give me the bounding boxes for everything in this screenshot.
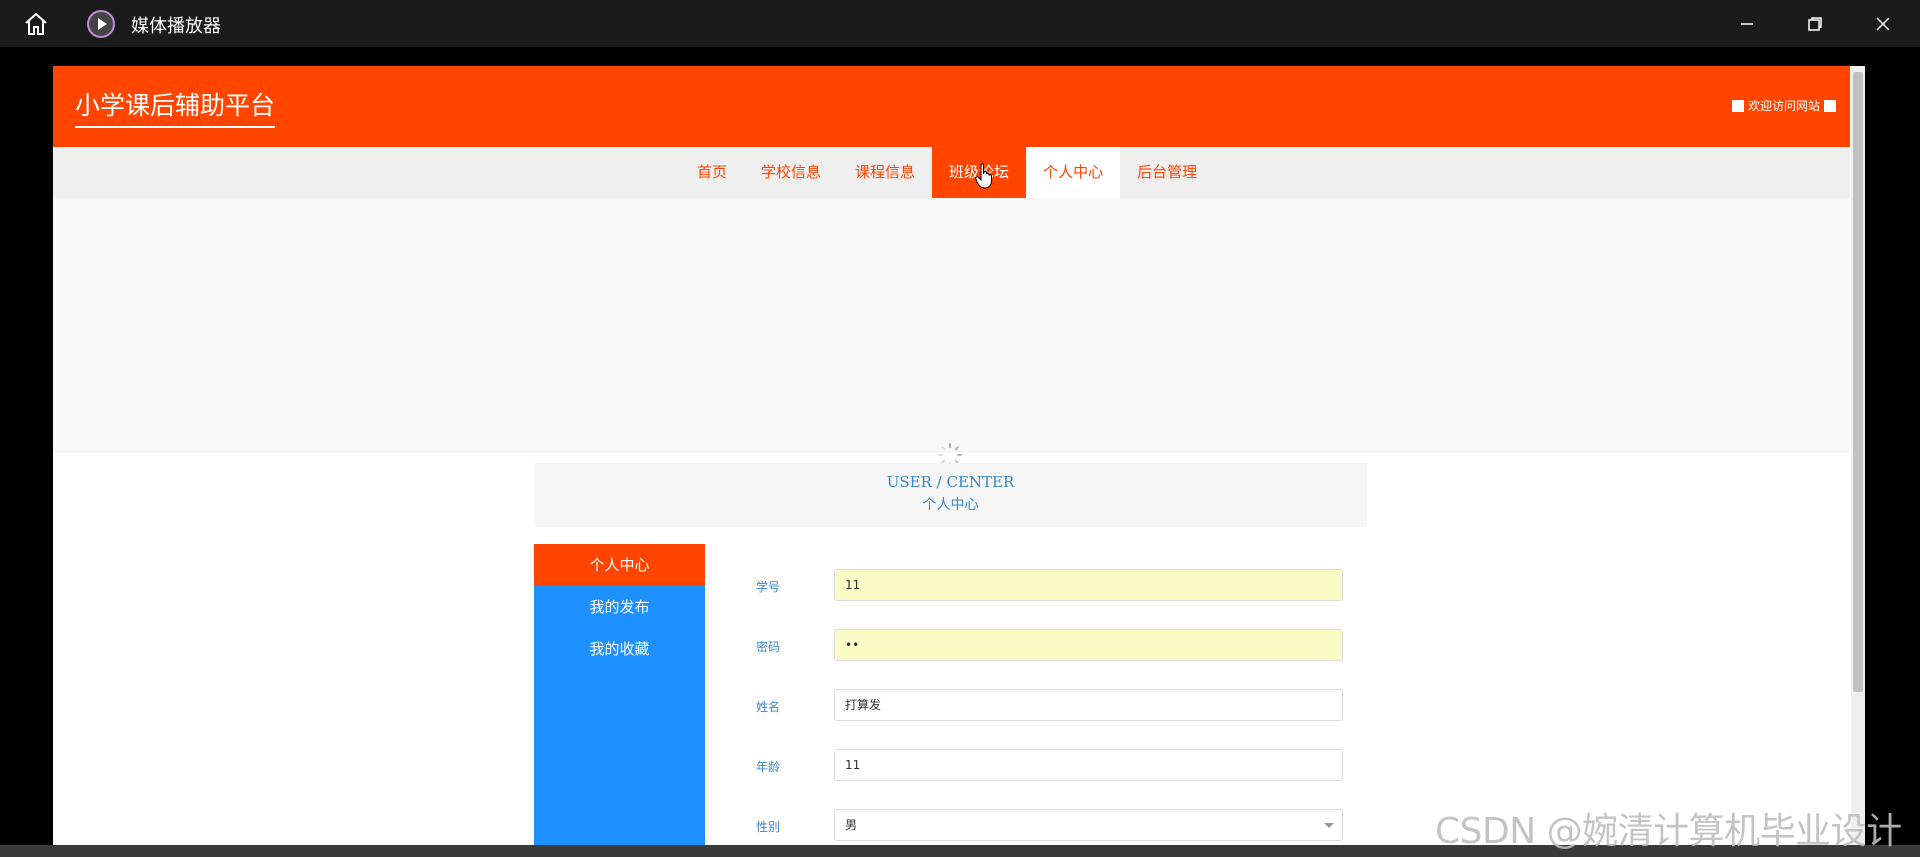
media-player-titlebar: 媒体播放器 bbox=[0, 0, 1920, 47]
age-label: 年龄 bbox=[756, 760, 781, 774]
main-nav: 首页 学校信息 课程信息 班级论坛 个人中心 后台管理 bbox=[53, 147, 1850, 198]
side-menu-user-center[interactable]: 个人中心 bbox=[534, 544, 705, 586]
nav-school-info[interactable]: 学校信息 bbox=[744, 147, 838, 198]
gender-select[interactable]: 男 bbox=[834, 809, 1343, 841]
square-icon bbox=[1731, 99, 1744, 112]
side-menu-my-posts[interactable]: 我的发布 bbox=[534, 586, 705, 628]
site-logo[interactable]: 小学课后辅助平台 bbox=[75, 86, 276, 128]
window-title: 媒体播放器 bbox=[131, 16, 221, 37]
minimize-icon[interactable] bbox=[1724, 6, 1770, 42]
scrollbar-thumb[interactable] bbox=[1853, 72, 1863, 692]
heading-english: USER / CENTER bbox=[886, 473, 1015, 491]
student-id-input[interactable]: 11 bbox=[834, 569, 1343, 601]
user-side-menu: 个人中心 我的发布 我的收藏 bbox=[534, 544, 705, 857]
gender-value: 男 bbox=[845, 818, 858, 832]
nav-admin[interactable]: 后台管理 bbox=[1120, 147, 1214, 198]
password-label: 密码 bbox=[756, 640, 781, 654]
password-input[interactable]: •• bbox=[834, 629, 1343, 661]
square-icon bbox=[1824, 99, 1836, 112]
page-scrollbar[interactable] bbox=[1851, 66, 1865, 857]
maximize-icon[interactable] bbox=[1792, 6, 1838, 42]
age-input[interactable]: 11 bbox=[834, 749, 1343, 781]
name-input[interactable]: 打算发 bbox=[834, 689, 1343, 721]
media-player-icon bbox=[86, 9, 116, 39]
side-menu-my-favorites[interactable]: 我的收藏 bbox=[534, 628, 705, 670]
heading-chinese: 个人中心 bbox=[922, 497, 979, 513]
nav-home[interactable]: 首页 bbox=[680, 147, 744, 198]
video-viewport: 小学课后辅助平台 欢迎访问网站 首页 学校信息 课程信息 班级论坛 个人中心 后… bbox=[53, 66, 1865, 857]
banner-area bbox=[53, 198, 1850, 467]
hand-cursor-icon bbox=[975, 163, 993, 189]
close-icon[interactable] bbox=[1860, 6, 1906, 42]
user-center-heading: USER / CENTER 个人中心 bbox=[534, 463, 1367, 527]
chevron-down-icon bbox=[1324, 823, 1334, 828]
name-label: 姓名 bbox=[756, 700, 781, 714]
welcome-banner: 欢迎访问网站 bbox=[1731, 97, 1836, 114]
watermark: CSDN @婉清计算机毕业设计 bbox=[1435, 811, 1902, 852]
nav-course-info[interactable]: 课程信息 bbox=[838, 147, 932, 198]
welcome-text: 欢迎访问网站 bbox=[1747, 99, 1820, 113]
nav-user-center[interactable]: 个人中心 bbox=[1026, 147, 1121, 198]
home-icon[interactable] bbox=[20, 10, 52, 38]
gender-label: 性别 bbox=[756, 820, 781, 834]
student-id-label: 学号 bbox=[756, 580, 781, 594]
site-header: 小学课后辅助平台 欢迎访问网站 bbox=[53, 66, 1850, 147]
